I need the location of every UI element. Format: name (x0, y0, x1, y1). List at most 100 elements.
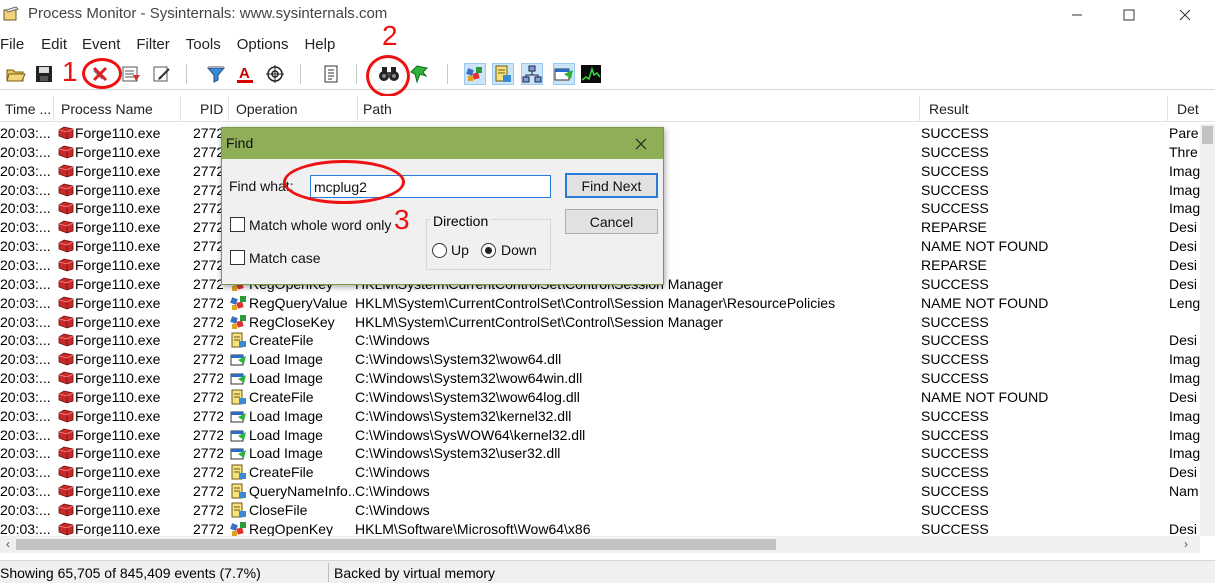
highlight-button[interactable]: A (234, 63, 256, 85)
cell-operation: Load Image (230, 350, 354, 369)
clear-button[interactable] (151, 63, 173, 85)
match-whole-word-checkbox[interactable] (230, 217, 245, 232)
cell-operation: Load Image (230, 369, 354, 388)
cell-time: 20:03:... (0, 219, 51, 236)
scroll-left-arrow-icon[interactable]: ‹ (0, 536, 16, 553)
table-row[interactable]: 20:03:... Forge110.exe 2772 RegCloseKey … (0, 313, 1200, 332)
cell-pid: 2772 (193, 294, 223, 311)
toolbar-separator (447, 64, 448, 84)
load-image-operation-icon (230, 373, 246, 385)
cell-result: SUCCESS (921, 275, 989, 292)
cell-result: SUCCESS (921, 313, 989, 330)
table-row[interactable]: 20:03:... Forge110.exe 2772 CloseFile C:… (0, 501, 1200, 520)
scroll-right-arrow-icon[interactable]: › (1178, 536, 1194, 553)
cell-process-name: Forge110.exe (58, 143, 180, 162)
cancel-button[interactable]: Cancel (565, 209, 658, 234)
menu-tools[interactable]: Tools (186, 33, 229, 57)
direction-down-radio[interactable] (481, 243, 496, 258)
open-button[interactable] (5, 63, 27, 85)
process-icon (58, 522, 74, 536)
find-dialog-close-button[interactable] (626, 132, 656, 156)
menu-help[interactable]: Help (304, 33, 343, 57)
vertical-scrollbar[interactable] (1200, 124, 1215, 536)
find-dialog-title-bar[interactable]: Find (222, 128, 663, 159)
column-header-operation[interactable]: Operation (231, 96, 358, 122)
table-row[interactable]: 20:03:... Forge110.exe 2772 RegQueryValu… (0, 294, 1200, 313)
network-activity-icon (522, 65, 542, 83)
cell-process-name: Forge110.exe (58, 218, 180, 237)
find-dialog-title: Find (226, 135, 254, 151)
jump-button[interactable] (408, 63, 430, 85)
direction-up-radio[interactable] (432, 243, 447, 258)
file-activity-toggle[interactable] (492, 63, 514, 85)
find-next-button[interactable]: Find Next (565, 173, 658, 198)
table-row[interactable]: 20:03:... Forge110.exe 2772 Load Image C… (0, 407, 1200, 426)
cell-process-name: Forge110.exe (58, 520, 180, 536)
profiling-button[interactable] (580, 63, 602, 85)
cell-result: SUCCESS (921, 426, 989, 443)
table-row[interactable]: 20:03:... Forge110.exe 2772 Load Image C… (0, 444, 1200, 463)
cell-detail (1169, 313, 1200, 332)
registry-activity-toggle[interactable] (464, 63, 486, 85)
cell-detail: Imag (1169, 407, 1200, 424)
open-icon (6, 69, 26, 82)
filter-button[interactable] (205, 63, 227, 85)
cell-detail: Imag (1169, 426, 1200, 443)
horizontal-scrollbar[interactable]: ‹ › (0, 536, 1200, 553)
cell-detail: Imag (1169, 445, 1200, 462)
cell-result: SUCCESS (921, 181, 989, 198)
file-operation-icon (231, 389, 246, 405)
horizontal-scroll-thumb[interactable] (16, 539, 776, 550)
menu-event[interactable]: Event (82, 33, 128, 57)
cell-path: HKLM\System\CurrentControlSet\Control\Se… (355, 294, 836, 311)
table-row[interactable]: 20:03:... Forge110.exe 2772 Load Image C… (0, 350, 1200, 369)
table-row[interactable]: 20:03:... Forge110.exe 2772 Load Image C… (0, 426, 1200, 445)
vertical-scroll-thumb[interactable] (1202, 126, 1213, 144)
match-case-checkbox[interactable] (230, 250, 245, 265)
column-header-process-name[interactable]: Process Name (56, 96, 181, 122)
process-icon (58, 220, 74, 234)
save-button[interactable] (33, 63, 55, 85)
cell-pid: 2772 (193, 520, 223, 536)
column-header-pid[interactable]: PID (195, 96, 229, 122)
process-tree-button[interactable] (320, 63, 342, 85)
target-button[interactable] (264, 63, 286, 85)
table-row[interactable]: 20:03:... Forge110.exe 2772 Load Image C… (0, 369, 1200, 388)
autoscroll-button[interactable] (120, 63, 142, 85)
close-icon (1179, 9, 1191, 21)
filter-icon (206, 66, 226, 83)
close-button[interactable] (1160, 0, 1210, 30)
table-row[interactable]: 20:03:... Forge110.exe 2772 QueryNameInf… (0, 482, 1200, 501)
cell-detail: Desi (1169, 275, 1198, 292)
cell-pid: 2772 (193, 483, 223, 500)
minimize-button[interactable] (1052, 0, 1102, 30)
table-row[interactable]: 20:03:... Forge110.exe 2772 CreateFile C… (0, 331, 1200, 350)
cell-result: SUCCESS (921, 351, 989, 368)
column-header-result[interactable]: Result (924, 96, 1168, 122)
network-activity-toggle[interactable] (521, 63, 543, 85)
cell-detail: Pare (1169, 125, 1199, 141)
column-header-detail[interactable]: Det (1172, 96, 1215, 122)
cell-process-name: Forge110.exe (58, 162, 180, 181)
table-row[interactable]: 20:03:... Forge110.exe 2772 CreateFile C… (0, 463, 1200, 482)
menu-file[interactable]: File (0, 33, 32, 57)
column-header-time[interactable]: Time ... (0, 96, 54, 122)
cell-time: 20:03:... (0, 313, 51, 330)
menu-filter[interactable]: Filter (136, 33, 177, 57)
cell-process-name: Forge110.exe (58, 407, 180, 426)
cell-pid: 2772 (193, 181, 223, 198)
cell-path: C:\Windows\System32\wow64log.dll (355, 388, 580, 405)
cell-time: 20:03:... (0, 502, 51, 518)
cell-pid: 2772 (193, 275, 223, 292)
menu-edit[interactable]: Edit (41, 33, 75, 57)
column-header-path[interactable]: Path (358, 96, 920, 122)
clear-icon (153, 66, 170, 82)
table-row[interactable]: 20:03:... Forge110.exe 2772 RegOpenKey H… (0, 520, 1200, 536)
process-activity-toggle[interactable] (553, 63, 575, 85)
maximize-button[interactable] (1104, 0, 1154, 30)
cell-time: 20:03:... (0, 351, 51, 368)
cell-pid: 2772 (193, 407, 223, 424)
cell-pid: 2772 (193, 502, 223, 518)
table-row[interactable]: 20:03:... Forge110.exe 2772 CreateFile C… (0, 388, 1200, 407)
menu-options[interactable]: Options (237, 33, 297, 57)
